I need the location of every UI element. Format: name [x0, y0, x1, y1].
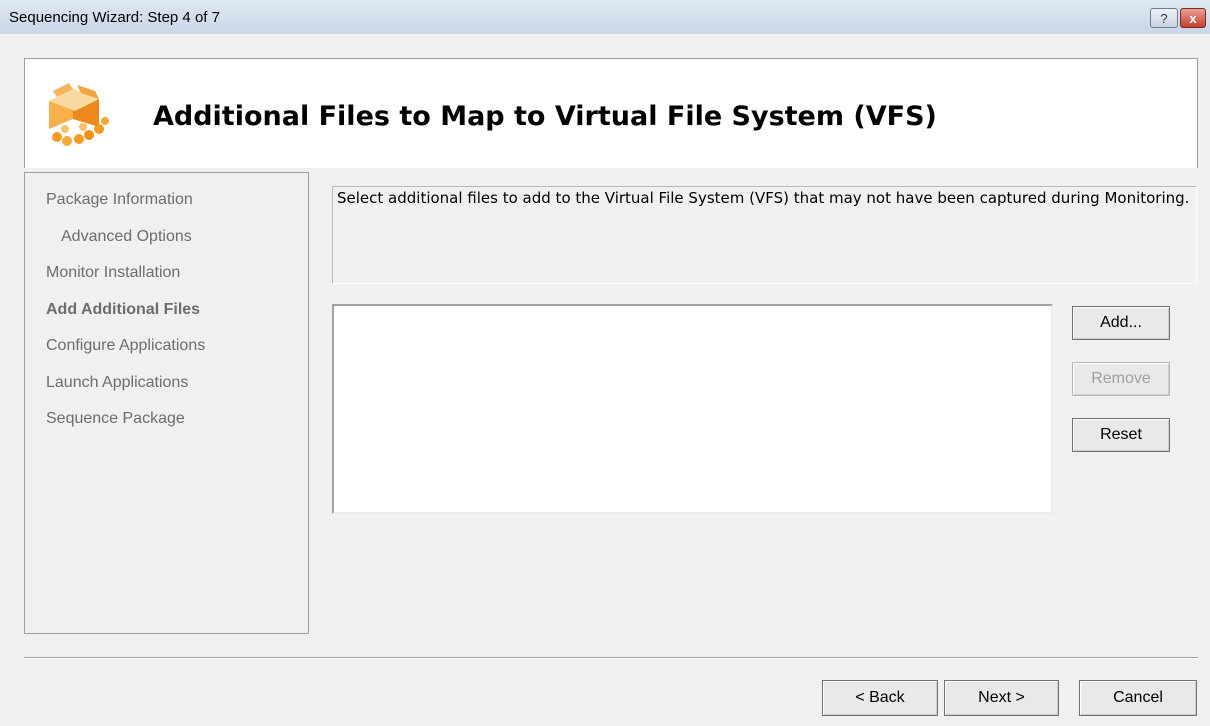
- title-bar: Sequencing Wizard: Step 4 of 7 ? x: [0, 0, 1210, 34]
- close-button[interactable]: x: [1180, 8, 1206, 28]
- nav-step-add-additional-files[interactable]: Add Additional Files: [46, 301, 200, 319]
- help-button[interactable]: ?: [1150, 8, 1178, 28]
- page-title: Additional Files to Map to Virtual File …: [153, 101, 937, 132]
- reset-button[interactable]: Reset: [1072, 418, 1170, 452]
- add-button[interactable]: Add...: [1072, 306, 1170, 340]
- package-box-icon: [49, 83, 109, 146]
- nav-step-package-information[interactable]: Package Information: [46, 191, 193, 209]
- wizard-steps-nav: Package Information Advanced Options Mon…: [24, 172, 309, 634]
- footer-separator: [24, 657, 1198, 659]
- nav-step-advanced-options[interactable]: Advanced Options: [61, 228, 192, 246]
- remove-button[interactable]: Remove: [1072, 362, 1170, 396]
- nav-step-monitor-installation[interactable]: Monitor Installation: [46, 264, 180, 282]
- back-button[interactable]: < Back: [822, 680, 938, 716]
- nav-step-configure-applications[interactable]: Configure Applications: [46, 337, 205, 355]
- file-list[interactable]: [332, 304, 1053, 514]
- description-text: Select additional files to add to the Vi…: [332, 186, 1197, 284]
- nav-step-launch-applications[interactable]: Launch Applications: [46, 374, 188, 392]
- nav-step-sequence-package[interactable]: Sequence Package: [46, 410, 185, 428]
- wizard-header: Additional Files to Map to Virtual File …: [24, 58, 1198, 168]
- cancel-button[interactable]: Cancel: [1079, 680, 1197, 716]
- window-title: Sequencing Wizard: Step 4 of 7: [9, 9, 220, 26]
- next-button[interactable]: Next >: [944, 680, 1059, 716]
